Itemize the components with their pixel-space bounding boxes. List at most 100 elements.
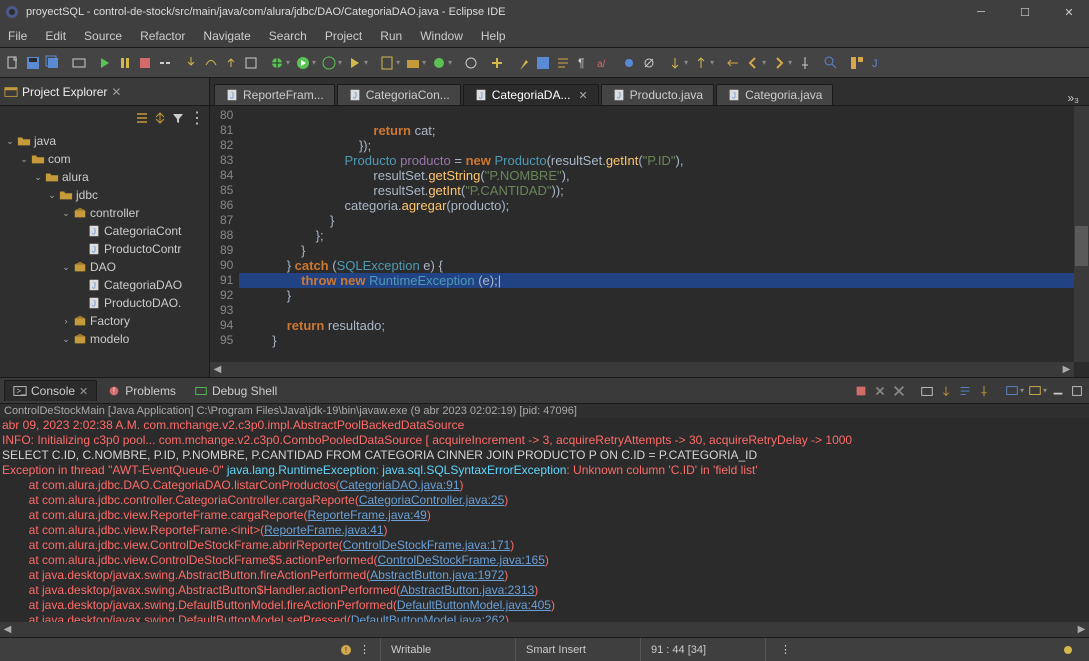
last-edit-icon[interactable] [724, 54, 742, 72]
dropdown-icon[interactable]: ▾ [1043, 386, 1047, 395]
close-icon[interactable]: ✕ [79, 385, 88, 398]
tree-item-jdbc[interactable]: ⌄jdbc [0, 186, 209, 204]
fwd-icon[interactable] [770, 54, 788, 72]
editor-tab-categoriada[interactable]: JCategoriaDA...✕ [463, 84, 599, 105]
save-all-icon[interactable] [44, 54, 62, 72]
code-area[interactable]: return cat; }); Producto producto = new … [239, 106, 1089, 377]
prev-ann-icon[interactable] [692, 54, 710, 72]
new-icon[interactable] [4, 54, 22, 72]
tip-icon[interactable] [1061, 643, 1075, 657]
run-last-icon[interactable] [346, 54, 364, 72]
new-icon2[interactable] [488, 54, 506, 72]
menu-refactor[interactable]: Refactor [140, 29, 185, 43]
console-tab-debugshell[interactable]: Debug Shell [186, 381, 285, 401]
menu-search[interactable]: Search [269, 29, 307, 43]
tree-item-productodao[interactable]: JProductoDAO. [0, 294, 209, 312]
add-bkpt-icon[interactable] [620, 54, 638, 72]
skip-bkpt-icon[interactable] [640, 54, 658, 72]
dropdown-icon[interactable]: ▾ [710, 58, 714, 67]
next-ann-icon[interactable] [666, 54, 684, 72]
tree-item-dao[interactable]: ⌄DAO [0, 258, 209, 276]
word-wrap-icon[interactable] [957, 383, 973, 399]
editor-tab-categoriacon[interactable]: JCategoriaCon... [337, 84, 461, 105]
max-icon[interactable] [1069, 383, 1085, 399]
back-icon[interactable] [744, 54, 762, 72]
dropdown-icon[interactable]: ▾ [788, 58, 792, 67]
new-java-icon[interactable] [378, 54, 396, 72]
debug-icon[interactable] [268, 54, 286, 72]
minimize-button[interactable]: ─ [965, 2, 997, 22]
menu-file[interactable]: File [8, 29, 27, 43]
whitespace-icon[interactable]: ¶ [574, 54, 592, 72]
step-return-icon[interactable] [222, 54, 240, 72]
scroll-right-icon[interactable]: ▶ [1074, 624, 1089, 635]
status-menu2-icon[interactable]: ⋮ [780, 643, 791, 656]
clear-icon[interactable] [919, 383, 935, 399]
menu-run[interactable]: Run [380, 29, 402, 43]
toggle-icon[interactable] [70, 54, 88, 72]
step-into-icon[interactable] [182, 54, 200, 72]
pin-icon[interactable] [976, 383, 992, 399]
dropdown-icon[interactable]: ▾ [364, 58, 368, 67]
dropdown-icon[interactable]: ▾ [396, 58, 400, 67]
scroll-lock-icon[interactable] [938, 383, 954, 399]
console-body[interactable]: abr 09, 2023 2:02:38 A.M. com.mchange.v2… [0, 418, 1089, 622]
more-tabs-icon[interactable]: »₃ [1061, 91, 1085, 105]
pin-icon[interactable] [796, 54, 814, 72]
save-icon[interactable] [24, 54, 42, 72]
tree-item-java[interactable]: ⌄java [0, 132, 209, 150]
java-persp-icon[interactable]: J [868, 54, 886, 72]
min-icon[interactable] [1050, 383, 1066, 399]
coverage-icon[interactable] [320, 54, 338, 72]
disconnect-icon[interactable] [156, 54, 174, 72]
tree-item-factory[interactable]: ›Factory [0, 312, 209, 330]
remove-all-icon[interactable] [891, 383, 907, 399]
console-tab-problems[interactable]: !Problems [99, 381, 184, 401]
project-tree[interactable]: ⌄java⌄com⌄alura⌄jdbc⌄controller JCategor… [0, 130, 209, 377]
close-icon[interactable]: ✕ [111, 85, 121, 99]
console-tab-console[interactable]: >_Console✕ [4, 380, 97, 401]
tree-item-categoriacont[interactable]: JCategoriaCont [0, 222, 209, 240]
tree-item-alura[interactable]: ⌄alura [0, 168, 209, 186]
remove-icon[interactable] [872, 383, 888, 399]
menu-source[interactable]: Source [84, 29, 122, 43]
tree-item-categoriadao[interactable]: JCategoriaDAO [0, 276, 209, 294]
toggle-ab-icon[interactable]: a/ [594, 54, 612, 72]
dropdown-icon[interactable]: ▾ [684, 58, 688, 67]
stop-icon[interactable] [136, 54, 154, 72]
menu-edit[interactable]: Edit [45, 29, 66, 43]
scroll-left-icon[interactable]: ◀ [0, 624, 15, 635]
tree-item-controller[interactable]: ⌄controller [0, 204, 209, 222]
scroll-right-icon[interactable]: ▶ [1059, 364, 1074, 375]
open-type-icon[interactable] [462, 54, 480, 72]
vertical-scrollbar[interactable] [1074, 106, 1089, 362]
dropdown-icon[interactable]: ▾ [762, 58, 766, 67]
menu-window[interactable]: Window [420, 29, 463, 43]
run-icon[interactable] [294, 54, 312, 72]
close-button[interactable]: ✕ [1053, 2, 1085, 22]
pause-icon[interactable] [116, 54, 134, 72]
status-menu-icon[interactable]: ⋮ [359, 643, 370, 656]
dropdown-icon[interactable]: ▾ [338, 58, 342, 67]
notification-icon[interactable]: ! [339, 643, 353, 657]
dropdown-icon[interactable]: ▾ [448, 58, 452, 67]
link-editor-icon[interactable] [153, 111, 167, 125]
maximize-button[interactable]: ☐ [1009, 2, 1041, 22]
filter-icon[interactable] [171, 111, 185, 125]
dropdown-icon[interactable]: ▾ [312, 58, 316, 67]
menu-help[interactable]: Help [481, 29, 506, 43]
drop-frame-icon[interactable] [242, 54, 260, 72]
scroll-left-icon[interactable]: ◀ [210, 364, 225, 375]
scrollbar-thumb[interactable] [1075, 226, 1088, 266]
editor-body[interactable]: 80818283848586878889909192939495 return … [210, 106, 1089, 377]
new-class-icon[interactable] [430, 54, 448, 72]
terminate-icon[interactable] [853, 383, 869, 399]
close-icon[interactable]: ✕ [578, 89, 587, 102]
tree-item-modelo[interactable]: ⌄modelo [0, 330, 209, 348]
dropdown-icon[interactable]: ▾ [1020, 386, 1024, 395]
block-icon[interactable] [534, 54, 552, 72]
persp-icon[interactable] [848, 54, 866, 72]
step-over-icon[interactable] [202, 54, 220, 72]
dropdown-icon[interactable]: ▾ [422, 58, 426, 67]
console-scrollbar[interactable]: ◀ ▶ [0, 622, 1089, 637]
